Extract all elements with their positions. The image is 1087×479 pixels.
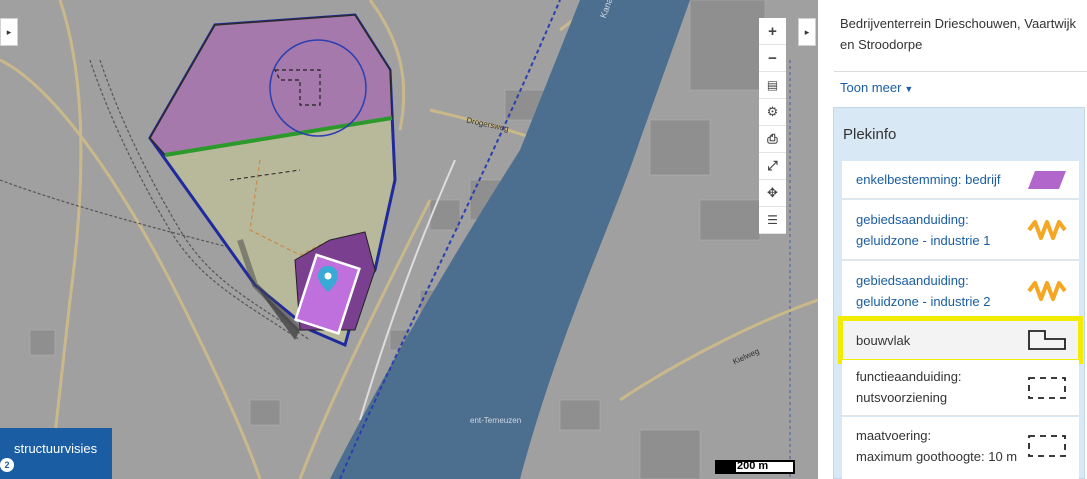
zoom-out-button[interactable]: − — [759, 45, 786, 72]
plekinfo-item-bouwvlak[interactable]: bouwvlak — [838, 316, 1083, 364]
layers-button[interactable]: ▤ — [759, 72, 786, 99]
scale-label: 200 m — [737, 460, 769, 472]
map-toolbar: + − ▤ ⚙ ⎙ ⤢ ✥ ☰ — [759, 18, 786, 234]
map-view[interactable]: Kanaal Ge Drogersweg ent-Terneuzen Kielw… — [0, 0, 818, 479]
settings-icon: ⚙ — [766, 104, 779, 119]
print-button[interactable]: ⎙ — [759, 126, 786, 153]
address-text: Bedrijventerrein Drieschouwen, Vaartwijk… — [840, 16, 1077, 52]
scale-bar: 200 m — [715, 460, 795, 474]
plekinfo-item-geluidzone-2[interactable]: gebiedsaanduiding: geluidzone - industri… — [842, 261, 1079, 321]
street-label: ent-Terneuzen — [470, 416, 522, 425]
item-label: maatvoering: — [856, 428, 932, 443]
plekinfo-item-maatvoering[interactable]: maatvoering: maximum goothoogte: 10 m — [842, 417, 1079, 479]
side-panel: Bedrijventerrein Drieschouwen, Vaartwijk… — [818, 0, 1087, 479]
print-icon: ⎙ — [767, 131, 778, 146]
zoom-in-button[interactable]: + — [759, 18, 786, 45]
plekinfo-title: Plekinfo — [843, 126, 897, 143]
zoom-out-icon: − — [768, 49, 777, 67]
layers-icon: ▤ — [766, 78, 779, 92]
show-more-link[interactable]: Toon meer ▼ — [840, 80, 913, 95]
pan-button[interactable]: ✥ — [759, 180, 786, 207]
settings-button[interactable]: ⚙ — [759, 99, 786, 126]
item-label: gebiedsaanduiding: — [856, 273, 969, 288]
orange-zigzag-icon — [1027, 281, 1067, 301]
caret-down-icon: ▼ — [904, 84, 914, 94]
chevron-right-icon: ▸ — [6, 26, 12, 37]
legend-button[interactable]: ☰ — [759, 207, 786, 234]
toggle-side-panel-button[interactable]: ▸ — [798, 18, 816, 46]
item-sublabel: maximum goothoogte: 10 m — [856, 449, 1018, 464]
pan-icon: ✥ — [767, 185, 778, 200]
legend-icon: ☰ — [767, 213, 778, 227]
chevron-right-icon: ▸ — [804, 26, 810, 37]
plekinfo-panel: Plekinfo enkelbestemming: bedrijf gebied… — [833, 107, 1085, 479]
count-badge: 2 — [0, 458, 14, 472]
item-sublabel: geluidzone - industrie 1 — [856, 233, 991, 248]
fullscreen-button[interactable]: ⤢ — [759, 153, 786, 180]
structuurvisies-label: structuurvisies — [14, 441, 98, 456]
plekinfo-item-enkelbestemming[interactable]: enkelbestemming: bedrijf — [842, 161, 1079, 199]
show-more-label: Toon meer — [840, 80, 902, 95]
item-label: gebiedsaanduiding: — [856, 212, 969, 227]
item-label: bouwvlak — [856, 333, 911, 348]
zoom-in-icon: + — [768, 22, 777, 40]
plekinfo-item-functieaanduiding[interactable]: functieaanduiding: nutsvoorziening — [842, 360, 1079, 416]
map-canvas[interactable] — [0, 0, 818, 479]
fullscreen-icon: ⤢ — [767, 158, 778, 173]
structuurvisies-button[interactable]: structuurvisies 2 — [0, 428, 112, 479]
item-label: enkelbestemming: bedrijf — [856, 172, 1001, 187]
dashed-box-icon — [1028, 435, 1066, 457]
collapse-left-panel-button[interactable]: ▸ — [0, 18, 18, 46]
purple-parallelogram-icon — [1028, 171, 1066, 189]
item-label: functieaanduiding: — [856, 369, 962, 384]
orange-zigzag-icon — [1027, 220, 1067, 240]
plekinfo-item-geluidzone-1[interactable]: gebiedsaanduiding: geluidzone - industri… — [842, 200, 1079, 260]
bouwvlak-outline-icon — [1028, 330, 1066, 350]
item-sublabel: geluidzone - industrie 2 — [856, 294, 991, 309]
item-sublabel: nutsvoorziening — [856, 390, 948, 405]
dashed-box-icon — [1028, 377, 1066, 399]
